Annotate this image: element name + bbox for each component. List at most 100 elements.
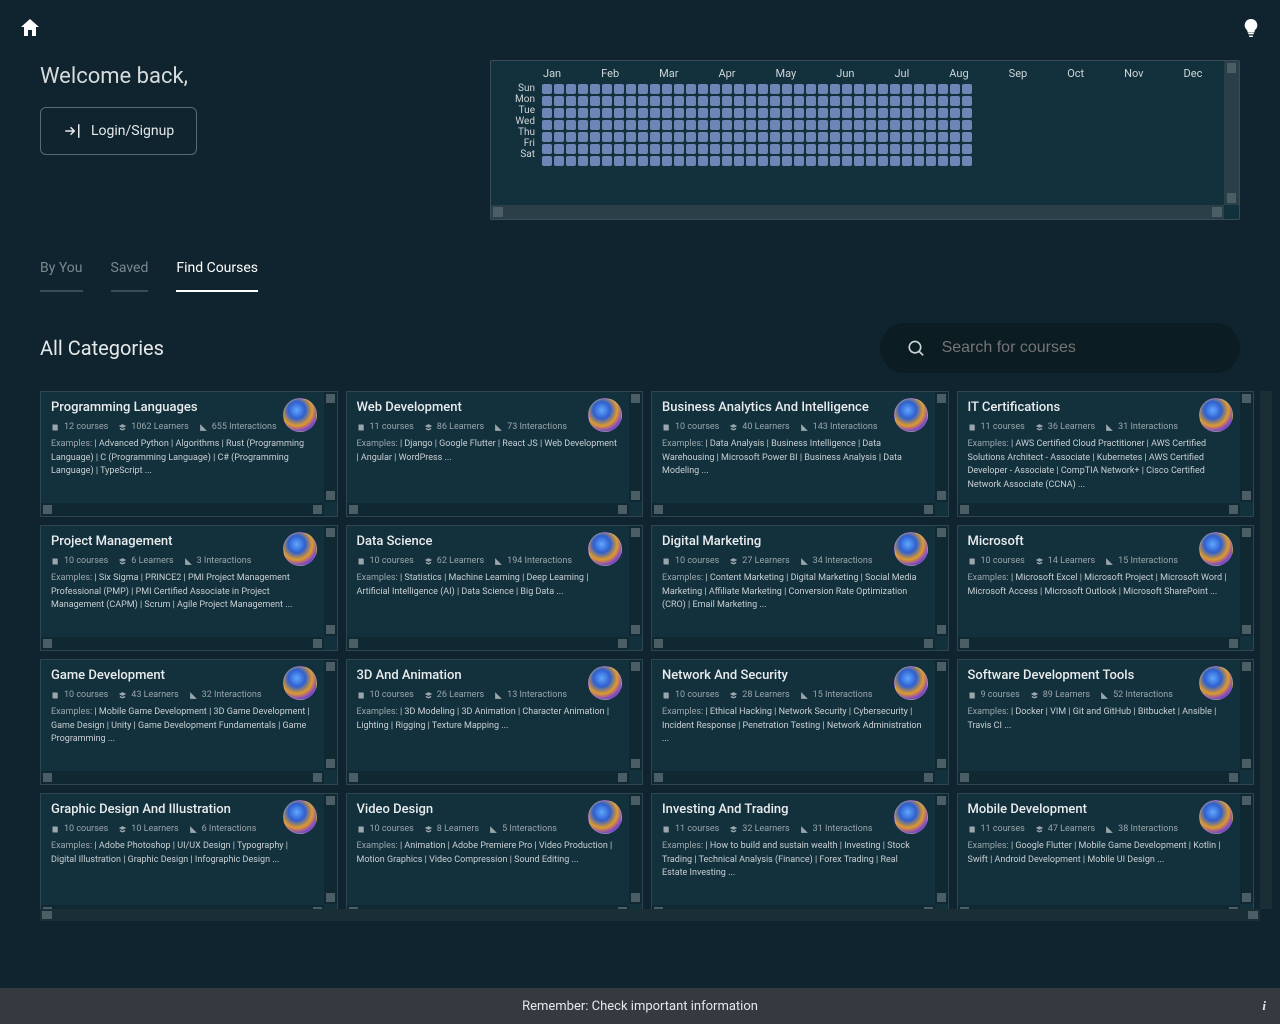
heatmap-cell[interactable] bbox=[698, 156, 708, 166]
heatmap-cell[interactable] bbox=[926, 156, 936, 166]
heatmap-cell[interactable] bbox=[818, 84, 828, 94]
heatmap-cell[interactable] bbox=[650, 108, 660, 118]
heatmap-cell[interactable] bbox=[710, 108, 720, 118]
heatmap-cell[interactable] bbox=[902, 156, 912, 166]
heatmap-cell[interactable] bbox=[542, 120, 552, 130]
heatmap-cell[interactable] bbox=[842, 108, 852, 118]
heatmap-cell[interactable] bbox=[854, 156, 864, 166]
scrollbar-vertical[interactable] bbox=[1240, 660, 1253, 770]
heatmap-cell[interactable] bbox=[734, 96, 744, 106]
heatmap-cell[interactable] bbox=[926, 96, 936, 106]
heatmap-cell[interactable] bbox=[542, 84, 552, 94]
heatmap-cell[interactable] bbox=[566, 96, 576, 106]
category-card[interactable]: Web Development 11 courses 86 Learners 7… bbox=[346, 391, 644, 517]
heatmap-cell[interactable] bbox=[866, 144, 876, 154]
heatmap-cell[interactable] bbox=[782, 120, 792, 130]
heatmap-cell[interactable] bbox=[698, 144, 708, 154]
category-card[interactable]: IT Certifications 11 courses 36 Learners… bbox=[957, 391, 1255, 517]
scrollbar-horizontal[interactable] bbox=[491, 205, 1224, 219]
heatmap-cell[interactable] bbox=[722, 96, 732, 106]
heatmap-cell[interactable] bbox=[794, 96, 804, 106]
category-card[interactable]: Programming Languages 12 courses 1062 Le… bbox=[40, 391, 338, 517]
heatmap-cell[interactable] bbox=[602, 144, 612, 154]
heatmap-cell[interactable] bbox=[614, 84, 624, 94]
heatmap-cell[interactable] bbox=[674, 84, 684, 94]
heatmap-cell[interactable] bbox=[686, 108, 696, 118]
heatmap-cell[interactable] bbox=[650, 144, 660, 154]
heatmap-cell[interactable] bbox=[902, 132, 912, 142]
heatmap-cell[interactable] bbox=[662, 108, 672, 118]
heatmap-cell[interactable] bbox=[878, 156, 888, 166]
heatmap-cell[interactable] bbox=[818, 120, 828, 130]
heatmap-cell[interactable] bbox=[926, 132, 936, 142]
category-card[interactable]: Microsoft 10 courses 14 Learners 15 Inte… bbox=[957, 525, 1255, 651]
heatmap-cell[interactable] bbox=[842, 144, 852, 154]
heatmap-cell[interactable] bbox=[854, 96, 864, 106]
heatmap-cell[interactable] bbox=[806, 132, 816, 142]
heatmap-cell[interactable] bbox=[746, 144, 756, 154]
heatmap-cell[interactable] bbox=[794, 144, 804, 154]
heatmap-cell[interactable] bbox=[818, 96, 828, 106]
scrollbar-horizontal[interactable] bbox=[347, 771, 630, 784]
heatmap-cell[interactable] bbox=[614, 156, 624, 166]
heatmap-cell[interactable] bbox=[722, 132, 732, 142]
heatmap-cell[interactable] bbox=[866, 84, 876, 94]
heatmap-cell[interactable] bbox=[662, 84, 672, 94]
tab-by-you[interactable]: By You bbox=[40, 260, 83, 292]
heatmap-cell[interactable] bbox=[662, 120, 672, 130]
heatmap-cell[interactable] bbox=[650, 120, 660, 130]
heatmap-cell[interactable] bbox=[590, 96, 600, 106]
heatmap-cell[interactable] bbox=[782, 108, 792, 118]
heatmap-cell[interactable] bbox=[590, 120, 600, 130]
heatmap-cell[interactable] bbox=[626, 96, 636, 106]
heatmap-cell[interactable] bbox=[566, 120, 576, 130]
heatmap-cell[interactable] bbox=[590, 156, 600, 166]
heatmap-cell[interactable] bbox=[710, 120, 720, 130]
heatmap-cell[interactable] bbox=[950, 144, 960, 154]
heatmap-cell[interactable] bbox=[914, 108, 924, 118]
heatmap-cell[interactable] bbox=[950, 156, 960, 166]
heatmap-cell[interactable] bbox=[878, 96, 888, 106]
tab-saved[interactable]: Saved bbox=[111, 260, 149, 292]
heatmap-cell[interactable] bbox=[602, 96, 612, 106]
heatmap-cell[interactable] bbox=[926, 108, 936, 118]
heatmap-cell[interactable] bbox=[758, 108, 768, 118]
heatmap-cell[interactable] bbox=[962, 144, 972, 154]
heatmap-cell[interactable] bbox=[950, 96, 960, 106]
heatmap-cell[interactable] bbox=[626, 132, 636, 142]
heatmap-cell[interactable] bbox=[698, 120, 708, 130]
heatmap-cell[interactable] bbox=[626, 120, 636, 130]
search-input[interactable] bbox=[940, 338, 1214, 358]
heatmap-cell[interactable] bbox=[578, 108, 588, 118]
heatmap-cell[interactable] bbox=[830, 132, 840, 142]
heatmap-cell[interactable] bbox=[902, 120, 912, 130]
heatmap-cell[interactable] bbox=[758, 156, 768, 166]
heatmap-cell[interactable] bbox=[578, 156, 588, 166]
heatmap-cell[interactable] bbox=[686, 132, 696, 142]
heatmap-cell[interactable] bbox=[566, 144, 576, 154]
heatmap-cell[interactable] bbox=[854, 120, 864, 130]
heatmap-cell[interactable] bbox=[866, 120, 876, 130]
heatmap-cell[interactable] bbox=[842, 120, 852, 130]
heatmap-cell[interactable] bbox=[890, 156, 900, 166]
heatmap-cell[interactable] bbox=[890, 84, 900, 94]
heatmap-cell[interactable] bbox=[902, 144, 912, 154]
heatmap-cell[interactable] bbox=[914, 120, 924, 130]
heatmap-cell[interactable] bbox=[638, 156, 648, 166]
heatmap-cell[interactable] bbox=[698, 84, 708, 94]
heatmap-cell[interactable] bbox=[794, 132, 804, 142]
heatmap-cell[interactable] bbox=[638, 120, 648, 130]
heatmap-cell[interactable] bbox=[782, 132, 792, 142]
scrollbar-horizontal[interactable] bbox=[652, 503, 935, 516]
heatmap-cell[interactable] bbox=[542, 132, 552, 142]
scrollbar-vertical[interactable] bbox=[324, 794, 337, 904]
heatmap-cell[interactable] bbox=[938, 156, 948, 166]
scrollbar-vertical[interactable] bbox=[1240, 526, 1253, 636]
heatmap-cell[interactable] bbox=[602, 120, 612, 130]
scrollbar-vertical[interactable] bbox=[935, 392, 948, 502]
heatmap-cell[interactable] bbox=[914, 84, 924, 94]
heatmap-cell[interactable] bbox=[926, 144, 936, 154]
category-card[interactable]: Investing And Trading 11 courses 32 Lear… bbox=[651, 793, 949, 919]
heatmap-cell[interactable] bbox=[962, 108, 972, 118]
heatmap-cell[interactable] bbox=[830, 108, 840, 118]
